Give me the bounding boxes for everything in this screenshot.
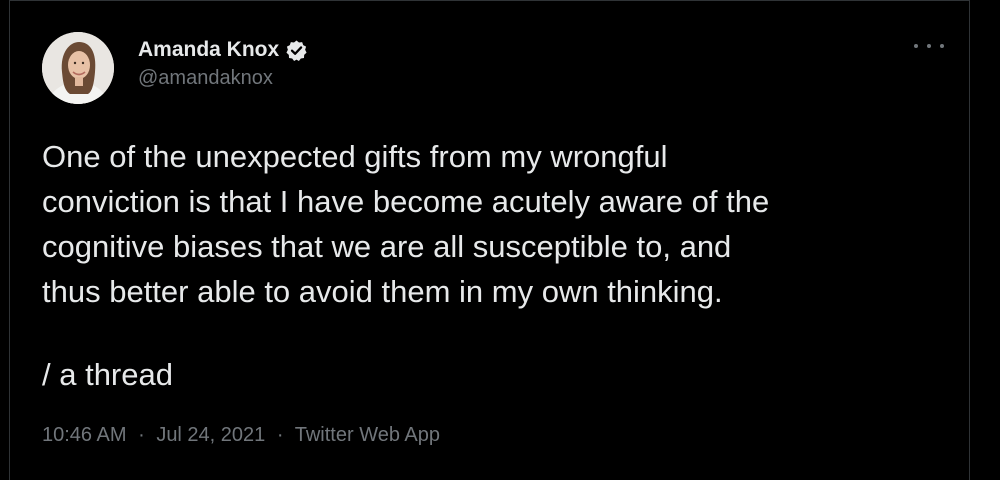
tweet-text-line: One of the unexpected gifts from my wron… [42, 139, 668, 174]
avatar[interactable] [42, 32, 114, 104]
meta-separator: · [276, 424, 284, 446]
more-options-icon[interactable] [914, 36, 944, 56]
tweet-text: One of the unexpected gifts from my wron… [42, 134, 942, 314]
meta-separator: · [138, 424, 145, 446]
tweet-text-line: conviction is that I have become acutely… [42, 184, 770, 219]
tweet-text-line: cognitive biases that we are all suscept… [42, 229, 732, 264]
author-name-row[interactable]: Amanda Knox [138, 38, 308, 62]
profile-photo-icon [42, 32, 114, 104]
tweet-date[interactable]: Jul 24, 2021 [156, 424, 265, 446]
author-display-name[interactable]: Amanda Knox [138, 38, 279, 62]
more-dot [927, 44, 931, 48]
tweet-source[interactable]: Twitter Web App [295, 424, 440, 446]
more-dot [940, 44, 944, 48]
author-handle[interactable]: @amandaknox [138, 67, 273, 90]
tweet-text-line: thus better able to avoid them in my own… [42, 274, 723, 309]
verified-badge-icon [285, 39, 308, 62]
thread-marker: / a thread [42, 357, 173, 392]
more-dot [914, 44, 918, 48]
tweet-metadata: 10:46 AM · Jul 24, 2021 · Twitter Web Ap… [42, 424, 440, 447]
tweet-time[interactable]: 10:46 AM [42, 424, 127, 446]
